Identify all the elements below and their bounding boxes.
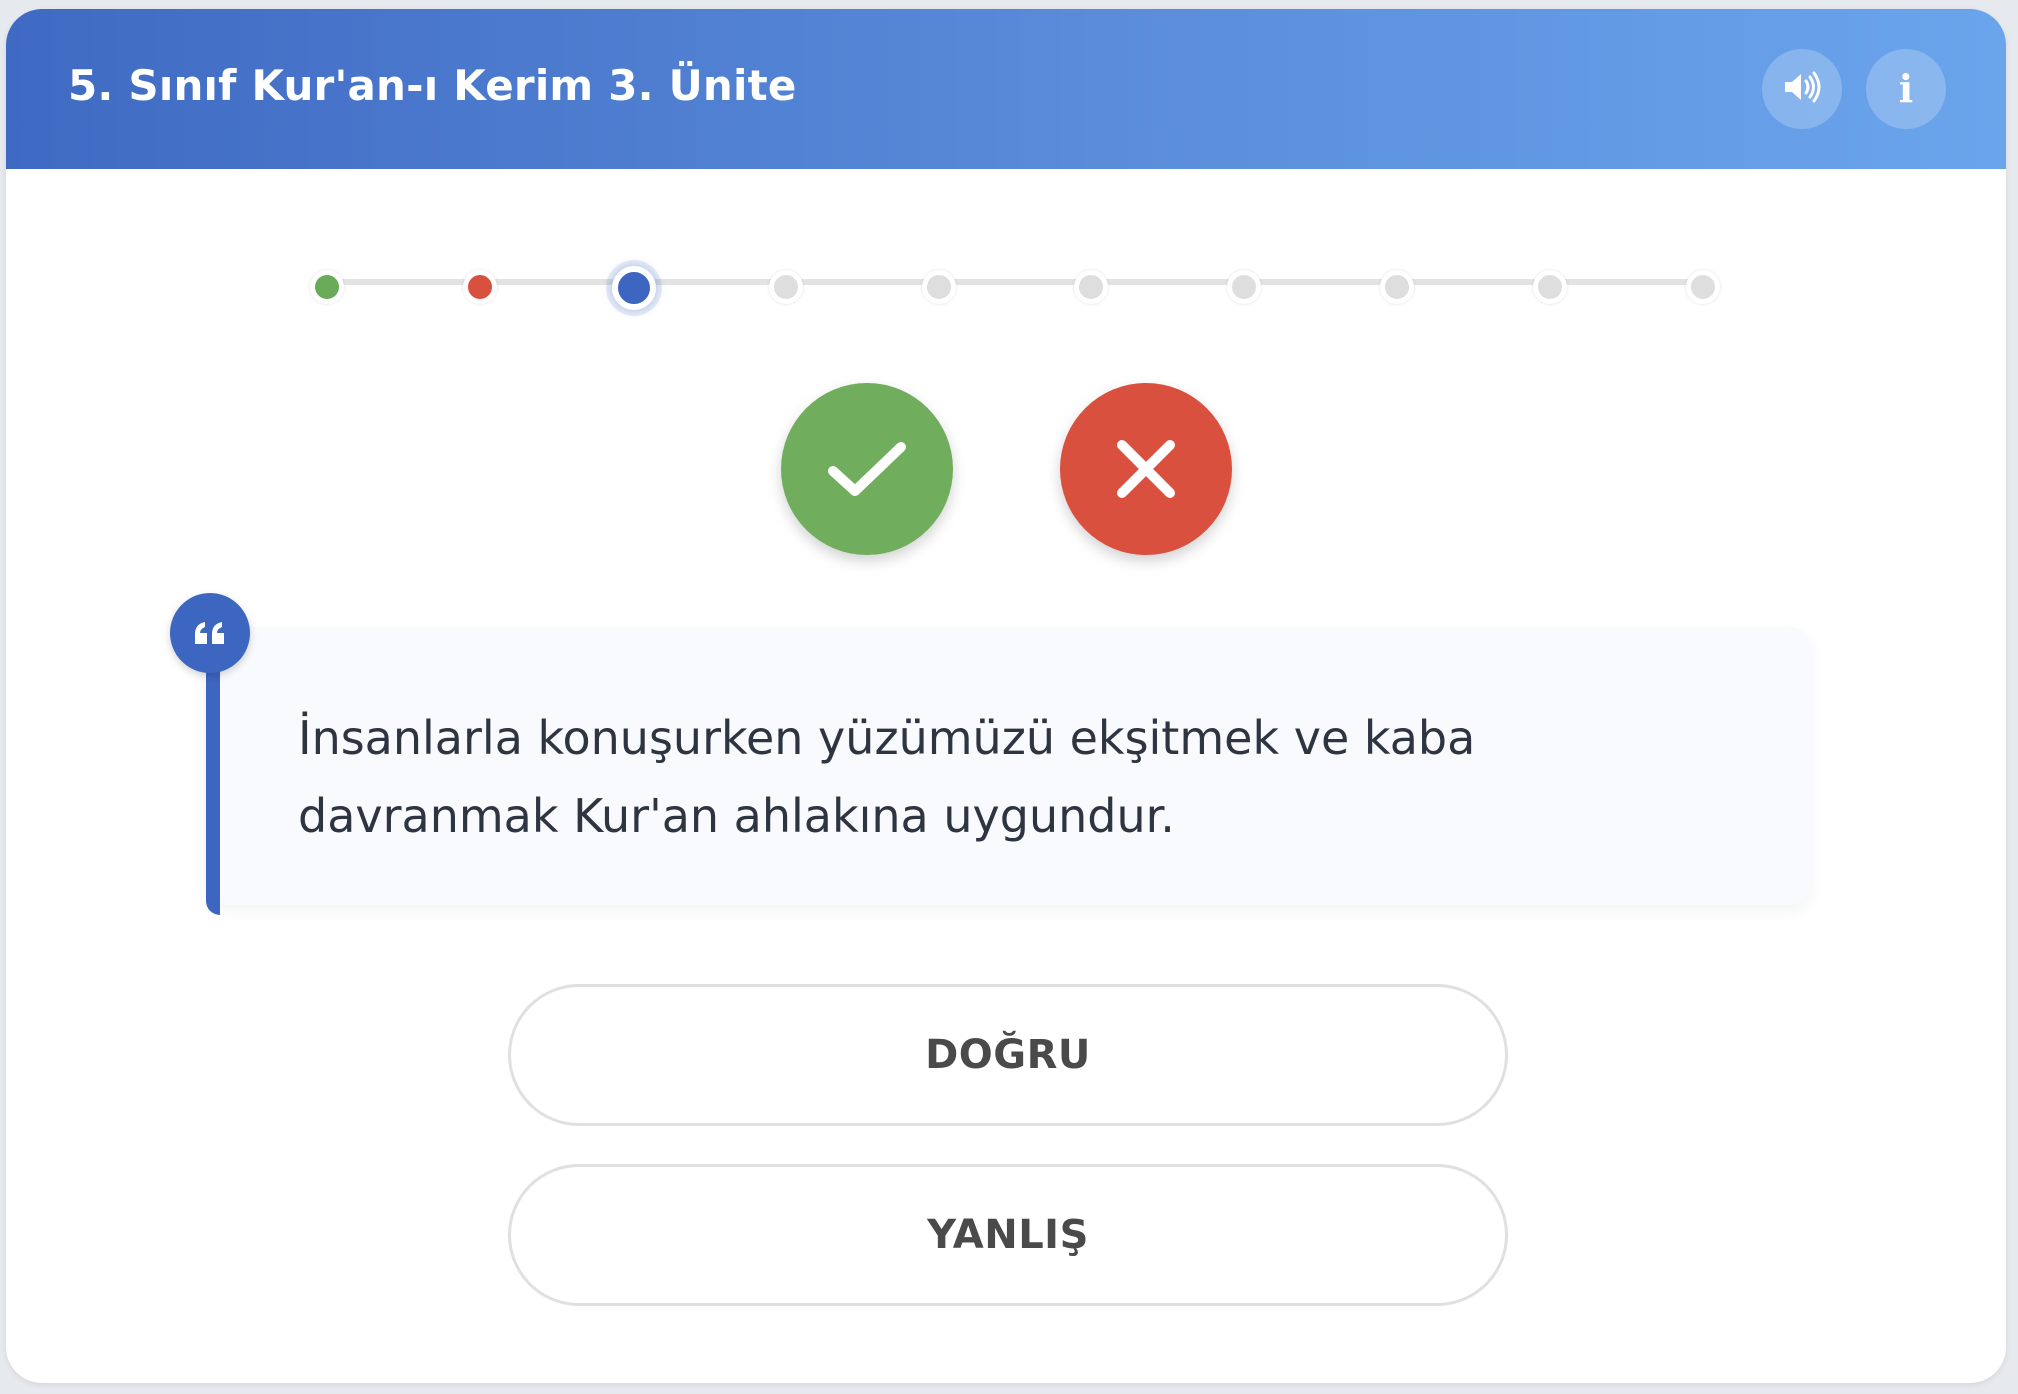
info-icon: i [1898, 66, 1914, 111]
quiz-header: 5. Sınıf Kur'an-ı Kerim 3. Ünite i [6, 9, 2006, 169]
quiz-card: 5. Sınıf Kur'an-ı Kerim 3. Ünite i İnsan… [6, 9, 2006, 1383]
question-text: İnsanlarla konuşurken yüzümüzü ekşitmek … [298, 711, 1476, 843]
progress-step-10 [1686, 270, 1720, 304]
progress-step-4 [768, 270, 803, 304]
question-accent-bar [206, 639, 220, 915]
correct-feedback-button[interactable] [781, 383, 953, 555]
speaker-icon [1782, 70, 1822, 108]
progress-step-5 [921, 270, 956, 304]
quiz-title: 5. Sınıf Kur'an-ı Kerim 3. Ünite [68, 61, 797, 110]
quote-badge [170, 593, 250, 673]
progress-stepper [310, 266, 1720, 310]
info-button[interactable]: i [1866, 49, 1946, 129]
sound-button[interactable] [1762, 49, 1842, 129]
progress-step-8 [1380, 270, 1415, 304]
quote-icon [195, 622, 224, 644]
answer-false-button[interactable]: YANLIŞ [508, 1164, 1508, 1306]
progress-step-1 [310, 270, 344, 304]
progress-step-6 [1074, 270, 1109, 304]
progress-track [322, 279, 1698, 285]
progress-step-3 [611, 266, 656, 310]
answer-true-button[interactable]: DOĞRU [508, 984, 1508, 1126]
wrong-feedback-button[interactable] [1060, 383, 1232, 555]
progress-step-7 [1227, 270, 1262, 304]
progress-step-9 [1533, 270, 1568, 304]
cross-icon [1117, 440, 1175, 498]
progress-step-2 [462, 270, 497, 304]
checkmark-icon [828, 442, 906, 496]
